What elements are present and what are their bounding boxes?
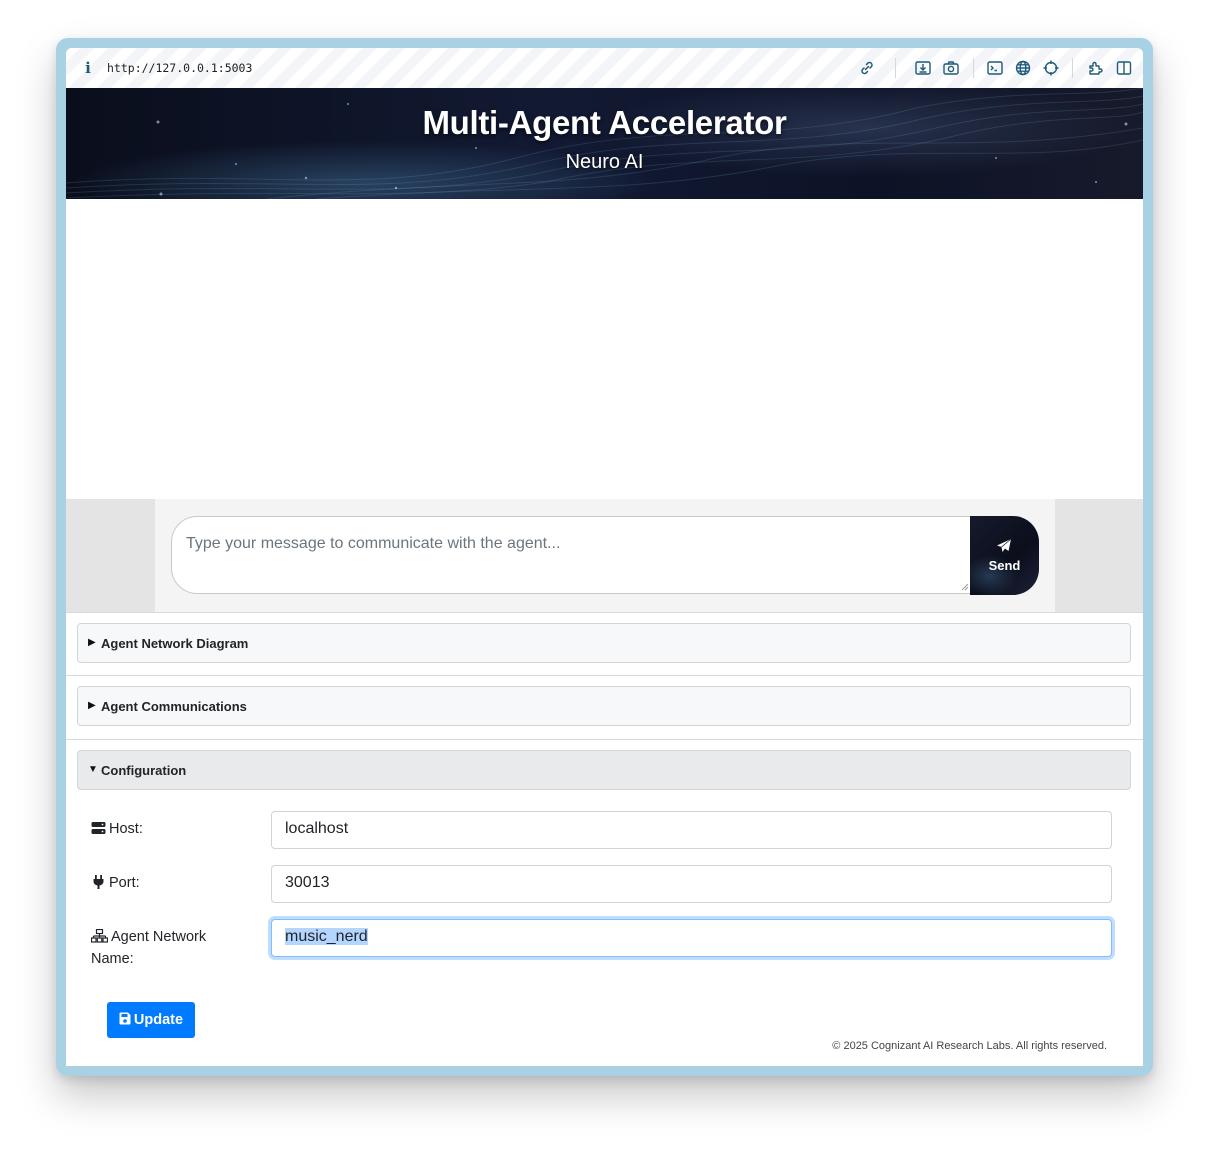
update-button[interactable]: Update (107, 1002, 195, 1038)
network-name-label: Agent Network Name: (91, 926, 251, 970)
port-input[interactable]: 30013 (271, 865, 1112, 903)
send-label: Send (988, 558, 1021, 573)
save-icon (119, 1012, 131, 1025)
port-value: 30013 (285, 874, 330, 891)
url-text[interactable]: http://127.0.0.1:5003 (107, 61, 252, 75)
caret-right-icon: ▶ (88, 700, 96, 711)
port-label: Port: (91, 872, 251, 894)
caret-down-icon: ▼ (88, 764, 98, 775)
caret-right-icon: ▶ (88, 637, 96, 648)
link-icon[interactable] (858, 59, 876, 77)
diagram-section: ▶ Agent Network Diagram (66, 612, 1143, 676)
resize-grip-icon[interactable] (961, 583, 969, 591)
update-label: Update (133, 1012, 184, 1028)
message-placeholder: Type your message to communicate with th… (186, 535, 561, 552)
toolbar-separator (895, 58, 896, 78)
crosshair-icon[interactable] (1042, 59, 1060, 77)
info-icon[interactable]: i (82, 60, 94, 76)
toolbar-separator (1072, 58, 1073, 78)
plug-icon (93, 875, 104, 889)
network-name-value: music_nerd (285, 928, 368, 945)
network-name-label-text: Agent Network Name: (91, 929, 207, 967)
port-label-text: Port: (109, 875, 140, 891)
host-input[interactable]: localhost (271, 811, 1112, 849)
hero-banner: Multi-Agent Accelerator Neuro AI (66, 88, 1143, 199)
server-icon (91, 822, 106, 834)
page-title: Multi-Agent Accelerator (422, 104, 787, 141)
chat-input-panel: Type your message to communicate with th… (155, 499, 1055, 612)
chat-messages-area (66, 199, 1143, 499)
sidebar-icon[interactable] (1115, 59, 1133, 77)
browser-window: i http://127.0.0.1:5003 Multi-Agent Acce… (66, 48, 1143, 1066)
diagram-section-title: Agent Network Diagram (101, 636, 249, 651)
globe-icon[interactable] (1014, 59, 1032, 77)
download-icon[interactable] (914, 59, 932, 77)
extension-icon[interactable] (1087, 59, 1105, 77)
host-label: Host: (91, 818, 251, 840)
diagram-accordion-header[interactable]: ▶ Agent Network Diagram (77, 623, 1131, 663)
sitemap-icon (91, 929, 108, 943)
configuration-section-title: Configuration (101, 763, 187, 778)
paper-plane-icon (997, 538, 1012, 552)
network-name-input[interactable]: music_nerd (271, 919, 1112, 957)
terminal-icon[interactable] (986, 59, 1004, 77)
chat-input-band: Type your message to communicate with th… (66, 499, 1143, 612)
configuration-accordion-header[interactable]: ▼ Configuration (77, 750, 1131, 790)
footer-copyright: © 2025 Cognizant AI Research Labs. All r… (832, 1040, 1107, 1052)
page-subtitle: Neuro AI (565, 151, 644, 173)
message-input[interactable]: Type your message to communicate with th… (171, 516, 971, 594)
communications-accordion-header[interactable]: ▶ Agent Communications (77, 686, 1131, 726)
host-value: localhost (285, 820, 349, 837)
communications-section: ▶ Agent Communications (66, 675, 1143, 740)
toolbar-separator (973, 58, 974, 78)
address-bar: i http://127.0.0.1:5003 (66, 48, 1143, 89)
send-button[interactable]: Send (970, 516, 1039, 595)
communications-section-title: Agent Communications (101, 699, 247, 714)
camera-icon[interactable] (942, 59, 960, 77)
host-label-text: Host: (109, 821, 143, 837)
